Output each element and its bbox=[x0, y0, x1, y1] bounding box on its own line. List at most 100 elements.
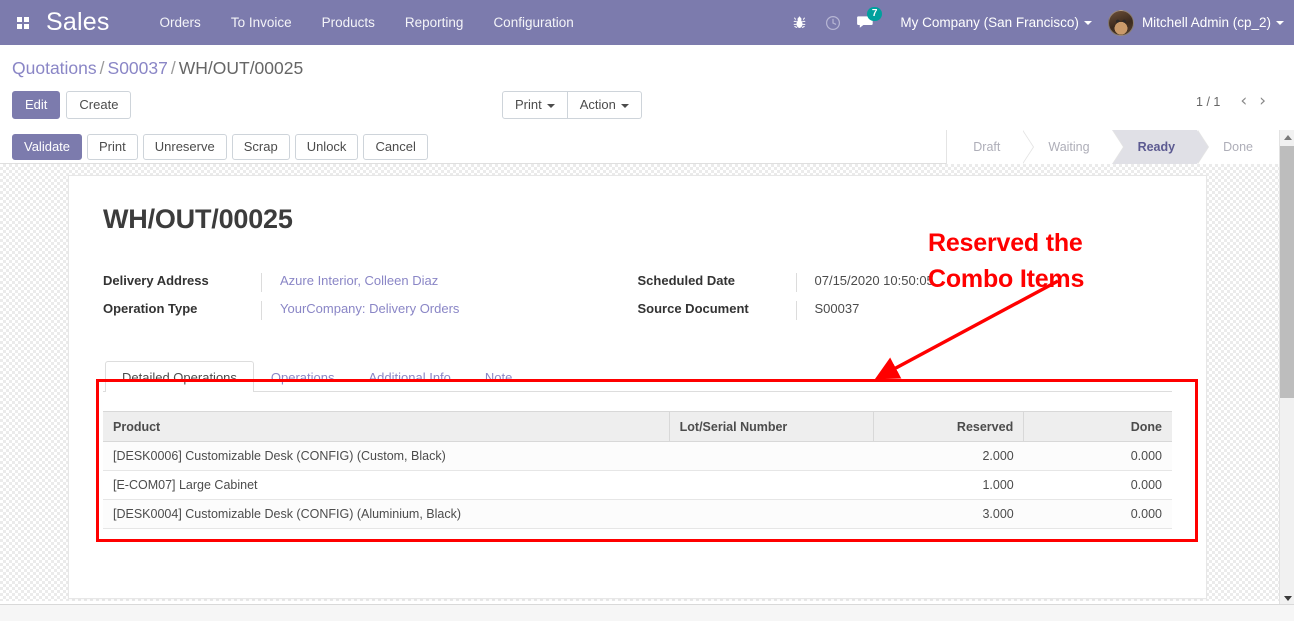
vertical-scrollbar[interactable] bbox=[1279, 130, 1294, 606]
validate-button[interactable]: Validate bbox=[12, 134, 82, 160]
company-selector[interactable]: My Company (San Francisco) bbox=[900, 15, 1092, 30]
field-groups: Delivery Address Azure Interior, Colleen… bbox=[103, 273, 1172, 329]
cell-lot bbox=[669, 500, 874, 529]
field-group-left: Delivery Address Azure Interior, Colleen… bbox=[103, 273, 638, 329]
tab-list: Detailed Operations Operations Additiona… bbox=[103, 361, 1172, 392]
cell-done: 0.000 bbox=[1024, 442, 1172, 471]
field-label: Scheduled Date bbox=[638, 273, 796, 288]
tab-note[interactable]: Note bbox=[468, 361, 529, 392]
chevron-right-icon[interactable]: › bbox=[1253, 93, 1272, 110]
field-group-right: Scheduled Date 07/15/2020 10:50:05 Sourc… bbox=[638, 273, 1173, 329]
print-dropdown-label: Print bbox=[515, 97, 542, 112]
apps-grid-icon[interactable] bbox=[0, 17, 46, 29]
print-button[interactable]: Print bbox=[87, 134, 138, 160]
menu-item-products[interactable]: Products bbox=[320, 11, 377, 34]
field-scheduled-date: Scheduled Date 07/15/2020 10:50:05 bbox=[638, 273, 1173, 292]
column-header-product[interactable]: Product bbox=[103, 412, 669, 442]
print-action-dropdowns: Print Action bbox=[502, 91, 642, 119]
chevron-down-icon bbox=[547, 104, 555, 108]
cell-product: [DESK0006] Customizable Desk (CONFIG) (C… bbox=[103, 442, 669, 471]
stage-done[interactable]: Done bbox=[1197, 130, 1279, 164]
field-delivery-address: Delivery Address Azure Interior, Colleen… bbox=[103, 273, 638, 292]
table-body: [DESK0006] Customizable Desk (CONFIG) (C… bbox=[103, 442, 1172, 555]
bottom-strip bbox=[0, 604, 1294, 621]
cell-reserved: 3.000 bbox=[874, 500, 1024, 529]
cell-product: [E-COM07] Large Cabinet bbox=[103, 471, 669, 500]
chat-badge-count: 7 bbox=[867, 7, 883, 21]
field-divider bbox=[261, 273, 262, 292]
scrollbar-thumb[interactable] bbox=[1280, 146, 1294, 398]
field-value[interactable]: Azure Interior, Colleen Diaz bbox=[280, 273, 438, 288]
page-title: WH/OUT/00025 bbox=[103, 204, 1172, 235]
table-row[interactable]: [E-COM07] Large Cabinet 1.000 0.000 bbox=[103, 471, 1172, 500]
user-menu[interactable]: Mitchell Admin (cp_2) bbox=[1108, 10, 1284, 36]
form-background: WH/OUT/00025 Delivery Address Azure Inte… bbox=[0, 164, 1279, 601]
pager: 1 / 1 ‹ › bbox=[1196, 93, 1272, 110]
cancel-button[interactable]: Cancel bbox=[363, 134, 427, 160]
field-label: Operation Type bbox=[103, 301, 261, 316]
field-source-document: Source Document S00037 bbox=[638, 301, 1173, 320]
column-header-reserved[interactable]: Reserved bbox=[874, 412, 1024, 442]
table-header: Product Lot/Serial Number Reserved Done bbox=[103, 412, 1172, 442]
cell-reserved: 2.000 bbox=[874, 442, 1024, 471]
create-button[interactable]: Create bbox=[66, 91, 131, 119]
table-row-empty bbox=[103, 529, 1172, 555]
company-selector-label: My Company (San Francisco) bbox=[900, 15, 1079, 30]
stage-draft[interactable]: Draft bbox=[947, 130, 1022, 164]
chevron-down-icon bbox=[1276, 21, 1284, 25]
chevron-down-icon bbox=[1084, 21, 1092, 25]
chevron-down-icon bbox=[621, 104, 629, 108]
app-brand-title[interactable]: Sales bbox=[46, 8, 110, 37]
tab-detailed-operations[interactable]: Detailed Operations bbox=[105, 361, 254, 392]
field-value: S00037 bbox=[815, 301, 860, 316]
field-operation-type: Operation Type YourCompany: Delivery Ord… bbox=[103, 301, 638, 320]
chevron-left-icon[interactable]: ‹ bbox=[1234, 93, 1253, 110]
cell-done: 0.000 bbox=[1024, 471, 1172, 500]
print-dropdown-button[interactable]: Print bbox=[502, 91, 568, 119]
menu-item-reporting[interactable]: Reporting bbox=[403, 11, 466, 34]
menu-item-to-invoice[interactable]: To Invoice bbox=[229, 11, 294, 34]
pager-count: 1 / 1 bbox=[1196, 95, 1220, 109]
cell-product: [DESK0004] Customizable Desk (CONFIG) (A… bbox=[103, 500, 669, 529]
table-header-row: Product Lot/Serial Number Reserved Done bbox=[103, 412, 1172, 442]
field-divider bbox=[796, 301, 797, 320]
breadcrumb-separator: / bbox=[171, 58, 176, 78]
tab-additional-info[interactable]: Additional Info bbox=[352, 361, 468, 392]
table-row[interactable]: [DESK0004] Customizable Desk (CONFIG) (A… bbox=[103, 500, 1172, 529]
scrap-button[interactable]: Scrap bbox=[232, 134, 290, 160]
breadcrumb-item-s00037[interactable]: S00037 bbox=[108, 58, 168, 78]
breadcrumb-item-quotations[interactable]: Quotations bbox=[12, 58, 97, 78]
breadcrumb-separator: / bbox=[100, 58, 105, 78]
action-dropdown-label: Action bbox=[580, 97, 616, 112]
stage-waiting[interactable]: Waiting bbox=[1022, 130, 1111, 164]
tab-operations[interactable]: Operations bbox=[254, 361, 352, 392]
edit-button[interactable]: Edit bbox=[12, 91, 60, 119]
status-bar: Validate Print Unreserve Scrap Unlock Ca… bbox=[0, 130, 1279, 164]
odoo-app-window: Sales Orders To Invoice Products Reporti… bbox=[0, 0, 1294, 621]
cell-empty bbox=[103, 529, 669, 555]
table-row[interactable]: [DESK0006] Customizable Desk (CONFIG) (C… bbox=[103, 442, 1172, 471]
scroll-up-arrow-icon[interactable] bbox=[1280, 130, 1294, 145]
stage-ready[interactable]: Ready bbox=[1112, 130, 1198, 164]
cell-reserved: 1.000 bbox=[874, 471, 1024, 500]
main-menu: Orders To Invoice Products Reporting Con… bbox=[158, 11, 576, 34]
chat-icon[interactable]: 7 bbox=[849, 15, 882, 30]
detailed-operations-table: Product Lot/Serial Number Reserved Done … bbox=[103, 411, 1172, 555]
clock-icon[interactable] bbox=[816, 15, 849, 31]
column-header-done[interactable]: Done bbox=[1024, 412, 1172, 442]
cell-empty bbox=[874, 529, 1024, 555]
menu-item-configuration[interactable]: Configuration bbox=[491, 11, 575, 34]
menu-item-orders[interactable]: Orders bbox=[158, 11, 203, 34]
cell-lot bbox=[669, 471, 874, 500]
record-actions: Edit Create bbox=[12, 91, 131, 119]
unlock-button[interactable]: Unlock bbox=[295, 134, 359, 160]
detailed-operations-table-wrapper: Product Lot/Serial Number Reserved Done … bbox=[103, 411, 1172, 555]
action-dropdown-button[interactable]: Action bbox=[568, 91, 642, 119]
field-value[interactable]: YourCompany: Delivery Orders bbox=[280, 301, 459, 316]
top-navbar: Sales Orders To Invoice Products Reporti… bbox=[0, 0, 1294, 45]
cell-empty bbox=[669, 529, 874, 555]
status-pipeline: Draft Waiting Ready Done bbox=[946, 130, 1279, 164]
unreserve-button[interactable]: Unreserve bbox=[143, 134, 227, 160]
column-header-lot-serial[interactable]: Lot/Serial Number bbox=[669, 412, 874, 442]
bug-icon[interactable] bbox=[783, 15, 816, 30]
